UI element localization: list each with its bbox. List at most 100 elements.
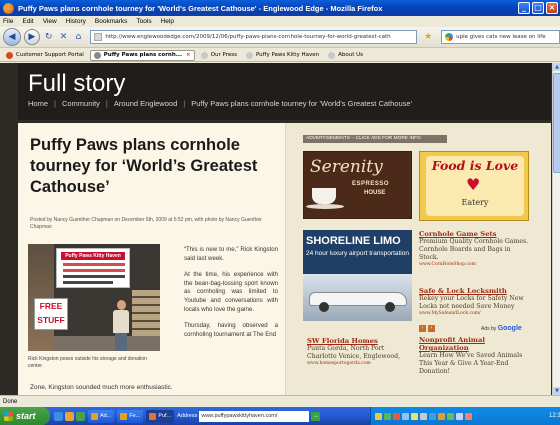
heart-icon: ♥ (466, 175, 481, 194)
minimize-button[interactable]: _ (518, 2, 530, 14)
article: Puffy Paws plans cornhole tourney for ‘W… (18, 123, 286, 395)
menu-bar: File Edit View History Bookmarks Tools H… (0, 16, 560, 27)
tray-icon[interactable] (456, 412, 463, 420)
tray-icon[interactable] (384, 412, 391, 420)
reload-icon[interactable]: ↻ (43, 30, 55, 44)
bookmarks-toolbar: Customer Support Portal Puffy Paws plans… (0, 49, 560, 62)
article-photo[interactable]: Puffy Paws Kitty Haven FREE STUFF (28, 244, 160, 351)
bookmark-icon (245, 51, 253, 59)
bookmark-customer-support[interactable]: Customer Support Portal (3, 50, 87, 61)
bookmark-icon (328, 51, 336, 59)
taskbar-item-fe[interactable]: Fe... (117, 409, 144, 423)
url-text: http://www.englewoodedge.com/2009/12/06/… (105, 34, 391, 40)
navigation-toolbar: ◀ ▶ ↻ ✕ ⌂ http://www.englewoodedge.com/2… (0, 27, 560, 48)
status-bar: Done (0, 395, 560, 407)
menu-view[interactable]: View (43, 18, 57, 25)
menu-help[interactable]: Help (161, 18, 174, 25)
menu-file[interactable]: File (3, 18, 13, 25)
taskbar-address-input[interactable]: www.puffypawskittyhaven.com/ (199, 410, 310, 422)
scroll-up-icon[interactable]: ▲ (553, 63, 560, 71)
article-byline: Posted by Nancy Guenther Chapman on Dece… (30, 217, 262, 230)
photo-person (113, 300, 129, 351)
photo-caption: Rick Kingston poses outside his storage … (28, 356, 147, 369)
tray-icon[interactable] (429, 412, 436, 420)
quick-launch (54, 411, 85, 421)
food-is-love-ad[interactable]: Food is Love ♥ Eatery (419, 151, 529, 221)
text-ad-cornhole[interactable]: Cornhole Game Sets Premium Quality Cornh… (419, 230, 531, 267)
taskbar-item-ad[interactable]: Ad... (88, 409, 115, 423)
folder-icon (120, 412, 128, 420)
tray-icon[interactable] (420, 412, 427, 420)
window-title-bar: Puffy Paws plans cornhole tourney for 'W… (0, 0, 560, 16)
ad-sidebar: ADVERTISEMENTS -- CLICK ADS FOR MORE INF… (303, 135, 539, 395)
bookmark-about-us[interactable]: About Us (325, 50, 366, 61)
start-button[interactable]: start (0, 407, 50, 425)
menu-bookmarks[interactable]: Bookmarks (95, 18, 128, 25)
bookmark-icon (6, 51, 13, 59)
breadcrumb-around-englewood[interactable]: Around Englewood (114, 99, 177, 108)
tray-icon[interactable] (402, 412, 409, 420)
windows-taskbar: start Ad... Fe... Puf... Address www.puf… (0, 407, 560, 425)
folder-icon (91, 412, 98, 420)
text-ad-florida-homes[interactable]: SW Florida Homes Punta Gorda, North Port… (307, 337, 411, 366)
home-icon[interactable]: ⌂ (72, 30, 84, 44)
windows-logo-icon (4, 411, 13, 421)
menu-history[interactable]: History (66, 18, 86, 25)
menu-edit[interactable]: Edit (22, 18, 33, 25)
tray-icon[interactable] (375, 412, 382, 420)
stop-icon[interactable]: ✕ (58, 30, 70, 44)
tray-icon[interactable] (411, 412, 418, 420)
serenity-espresso-ad[interactable]: Serenity ESPRESSO HOUSE (303, 151, 412, 219)
bookmark-puffy-paws-kitty-haven[interactable]: Puffy Paws Kitty Haven (243, 50, 322, 61)
next-ad-icon[interactable]: › (428, 325, 435, 332)
bookmark-our-press[interactable]: Our Press (198, 50, 240, 61)
site-favicon (94, 33, 103, 41)
text-ad-locksmith[interactable]: Safe & Lock Locksmith Rekey your Locks f… (419, 287, 531, 316)
bookmark-star-icon[interactable]: ★ (424, 32, 432, 42)
tray-icon[interactable] (393, 412, 400, 420)
quick-launch-ie-icon[interactable] (54, 411, 63, 421)
taskbar-address-toolbar: Address www.puffypawskittyhaven.com/ → (177, 410, 321, 423)
limo-car-image (303, 274, 412, 321)
article-paragraph: “This is new to me,” Rick Kingston said … (184, 246, 278, 262)
text-ad-nonprofit-animal[interactable]: Nonprofit Animal Organization Learn How … (419, 336, 531, 376)
quick-launch-firefox-icon[interactable] (65, 411, 74, 421)
ads-by-google[interactable]: Ads by Google (481, 325, 522, 332)
shoreline-limo-ad[interactable]: SHORELINE LIMO 24 hour luxury airport tr… (303, 230, 412, 321)
tab-puffy-paws-article[interactable]: Puffy Paws plans cornh... × (89, 49, 195, 61)
url-bar[interactable]: http://www.englewoodedge.com/2009/12/06/… (90, 30, 418, 44)
breadcrumb-home[interactable]: Home (28, 99, 48, 108)
close-button[interactable]: × (546, 2, 558, 14)
page-viewport: Full story Home | Community | Around Eng… (0, 63, 560, 395)
photo-free-stuff-sign: FREE STUFF (34, 298, 68, 330)
coffee-cup-icon (312, 188, 336, 204)
tray-icon[interactable] (447, 412, 454, 420)
bookmark-icon (93, 51, 101, 59)
breadcrumb-current: Puffy Paws plans cornhole tourney for 'W… (191, 99, 412, 108)
vertical-scrollbar[interactable]: ▲ ▼ (552, 63, 560, 395)
google-search-icon (445, 33, 454, 41)
close-tab-icon[interactable]: × (186, 52, 191, 58)
tray-icon[interactable] (438, 412, 445, 420)
article-paragraph: Zone, Kingston sounded much more enthusi… (30, 384, 173, 391)
menu-tools[interactable]: Tools (136, 18, 151, 25)
system-tray: 12:36 AM (370, 407, 560, 425)
photo-banner: Puffy Paws Kitty Haven (56, 248, 130, 288)
taskbar-item-puffy[interactable]: Puf... (146, 409, 175, 423)
article-paragraph: Thursday, having observed a cornholing t… (184, 322, 278, 338)
search-text: uple gives cats new lease on life (456, 34, 546, 40)
content-area: Puffy Paws plans cornhole tourney for ‘W… (18, 123, 551, 395)
breadcrumb-community[interactable]: Community (62, 99, 100, 108)
scroll-down-icon[interactable]: ▼ (553, 387, 560, 395)
go-button[interactable]: → (311, 411, 321, 421)
scroll-thumb[interactable] (553, 73, 560, 173)
quick-launch-desktop-icon[interactable] (76, 411, 85, 421)
search-bar[interactable]: uple gives cats new lease on life (441, 30, 560, 44)
firefox-icon (3, 2, 14, 14)
maximize-button[interactable]: □ (532, 2, 544, 14)
prev-ad-icon[interactable]: ‹ (419, 325, 426, 332)
forward-button[interactable]: ▶ (23, 29, 40, 45)
back-button[interactable]: ◀ (3, 28, 21, 46)
article-body: “This is new to me,” Rick Kingston said … (184, 246, 278, 347)
tray-icon[interactable] (465, 412, 472, 420)
